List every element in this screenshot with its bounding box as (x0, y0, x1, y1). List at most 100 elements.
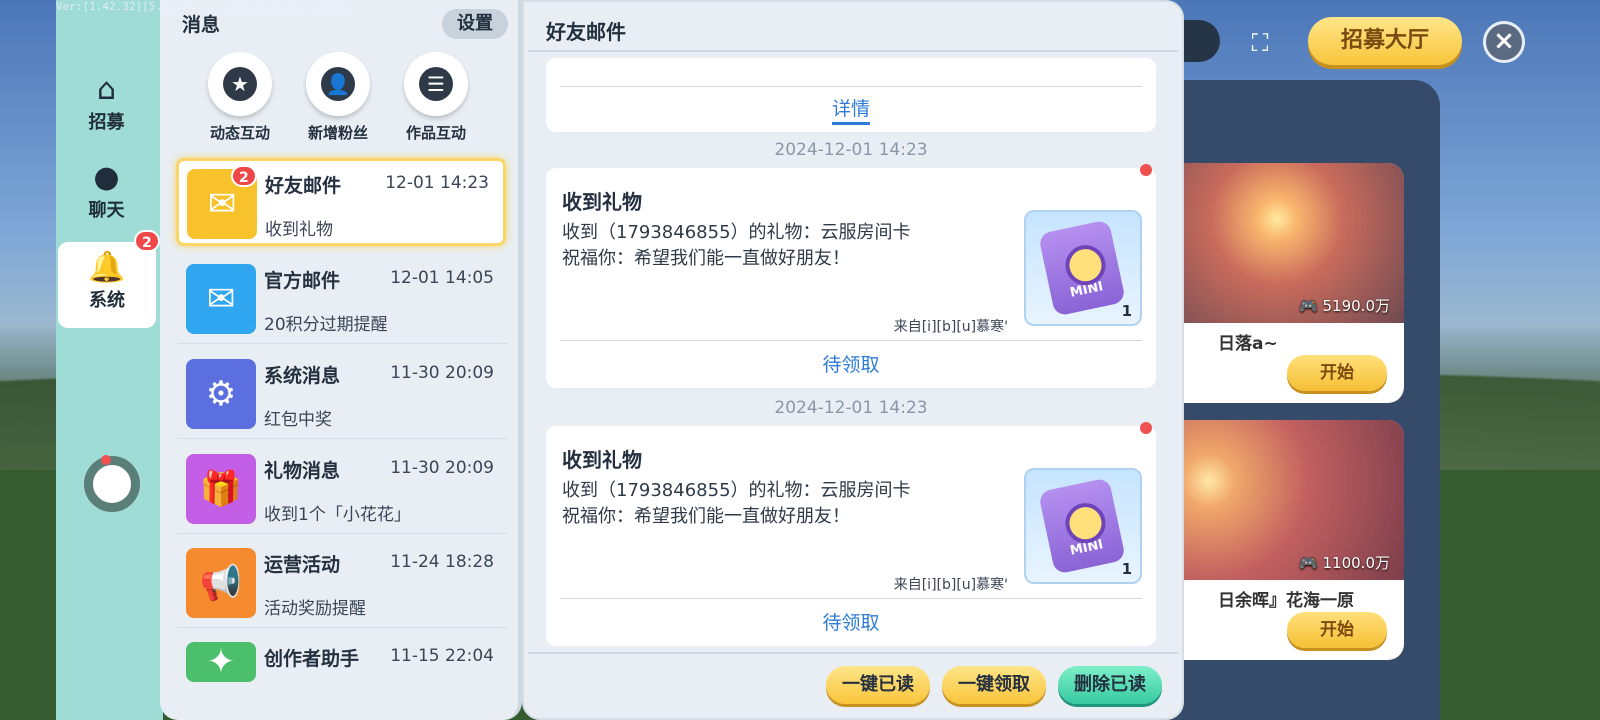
gift-item[interactable]: MINI 1 (1024, 210, 1142, 326)
read-all-button[interactable]: 一键已读 (826, 666, 930, 704)
mail-detail-panel: 好友邮件 详情 2024-12-01 14:23 收到礼物 收到（1793846… (522, 0, 1184, 720)
game-views: 🎮 1100.0万 (1299, 554, 1390, 572)
claim-button[interactable]: 待领取 (546, 350, 1156, 377)
claim-button[interactable]: 待领取 (546, 608, 1156, 635)
version-text: Ver:[1.42.32][5.6.7.1 ... 1.0][0][FPS: 2… (56, 0, 348, 13)
nav-label: 聊天 (88, 200, 125, 221)
item-time: 11-24 18:28 (390, 552, 494, 572)
item-subtitle: 收到礼物 (265, 220, 333, 240)
message-item-official-mail[interactable]: ✉ 官方邮件 12-01 14:05 20积分过期提醒 (178, 256, 508, 344)
quick-new-fans[interactable]: 👤 新增粉丝 (288, 52, 388, 143)
nav-recruit[interactable]: ⌂ 招募 (56, 64, 157, 150)
item-name: 创作者助手 (264, 648, 360, 670)
game-views: 🎮 5190.0万 (1299, 297, 1390, 315)
unread-dot (1140, 422, 1152, 434)
item-time: 11-30 20:09 (390, 363, 494, 383)
star-bubble-icon: ★ (223, 67, 257, 101)
message-item-creator[interactable]: ✦ 创作者助手 11-15 22:04 (178, 634, 508, 720)
nav-label: 招募 (88, 112, 125, 133)
divider (560, 598, 1142, 599)
item-subtitle: 20积分过期提醒 (264, 315, 388, 335)
notification-dot (101, 455, 111, 465)
delete-read-button[interactable]: 删除已读 (1058, 666, 1162, 704)
mail-sender: 来自[i][b][u]慕寒' (893, 319, 1008, 335)
nav-chat[interactable]: ● 聊天 (56, 152, 157, 238)
chat-bubble-icon: ● (93, 160, 120, 195)
gear-icon: ⚙ (186, 359, 256, 429)
start-button[interactable]: 开始 (1287, 612, 1387, 648)
list-icon: ☰ (419, 67, 453, 101)
detail-title: 好友邮件 (546, 20, 626, 44)
divider (560, 340, 1142, 341)
item-name: 礼物消息 (264, 460, 341, 482)
scan-icon[interactable]: ⛶ (1241, 25, 1279, 61)
room-card-icon: MINI (1038, 219, 1126, 317)
item-time: 11-15 22:04 (390, 646, 494, 666)
item-time: 12-01 14:05 (390, 268, 494, 288)
item-time: 11-30 20:09 (390, 458, 494, 478)
mail-card: 收到礼物 收到（1793846855）的礼物：云服房间卡 祝福你：希望我们能一直… (546, 164, 1156, 388)
close-icon[interactable]: × (1483, 21, 1525, 63)
game-card[interactable]: 🎮 5190.0万 日落a~ 开始 (1160, 163, 1404, 403)
gift-item[interactable]: MINI 1 (1024, 468, 1142, 584)
start-button[interactable]: 开始 (1287, 355, 1387, 391)
bell-icon: 🔔 (88, 250, 126, 285)
side-nav: ⌂ 招募 ● 聊天 🔔 系统 2 (56, 0, 163, 720)
item-name: 系统消息 (264, 365, 341, 387)
details-link[interactable]: 详情 (546, 94, 1156, 125)
message-item-gift[interactable]: 🎁 礼物消息 11-30 20:09 收到1个「小花花」 (178, 446, 508, 534)
item-time: 12-01 14:23 (385, 173, 489, 193)
nav-label: 系统 (89, 290, 125, 311)
panel-title: 消息 (182, 14, 221, 36)
mail-timestamp: 2024-12-01 14:23 (774, 140, 928, 160)
gift-icon: 🎁 (186, 454, 256, 524)
game-name: 日余晖』花海一原 (1218, 591, 1354, 611)
game-card[interactable]: 🎮 1100.0万 日余晖』花海一原 开始 (1160, 420, 1404, 660)
recruit-hall-button[interactable]: 招募大厅 (1308, 17, 1462, 65)
mail-card: 收到礼物 收到（1793846855）的礼物：云服房间卡 祝福你：希望我们能一直… (546, 422, 1156, 646)
mail-line: 祝福你：希望我们能一直做好朋友！ (562, 506, 850, 527)
message-item-friend-mail[interactable]: ✉ 2 好友邮件 12-01 14:23 收到礼物 (176, 158, 506, 246)
quick-dynamic-interaction[interactable]: ★ 动态互动 (190, 52, 290, 143)
mail-line: 收到（1793846855）的礼物：云服房间卡 (562, 480, 911, 501)
envelope-icon: ✉ (186, 264, 256, 334)
quick-label: 新增粉丝 (307, 124, 368, 142)
message-panel: 消息 设置 ★ 动态互动 👤 新增粉丝 ☰ 作品互动 ✉ 2 好友邮件 12-0… (160, 0, 522, 720)
quick-label: 动态互动 (209, 124, 270, 142)
mail-line: 祝福你：希望我们能一直做好朋友！ (562, 248, 850, 269)
claim-all-button[interactable]: 一键领取 (942, 666, 1046, 704)
mail-line: 收到（1793846855）的礼物：云服房间卡 (562, 222, 911, 243)
item-subtitle: 活动奖励提醒 (264, 599, 366, 619)
unread-badge: 2 (231, 165, 257, 187)
game-name: 日落a~ (1218, 334, 1278, 354)
divider (528, 652, 1178, 654)
item-subtitle: 收到1个「小花花」 (264, 505, 411, 525)
item-name: 运营活动 (264, 554, 341, 576)
gift-count: 1 (1121, 302, 1132, 320)
message-item-operation[interactable]: 📢 运营活动 11-24 18:28 活动奖励提醒 (178, 540, 508, 628)
creator-icon: ✦ (186, 642, 256, 682)
home-icon: ⌂ (96, 72, 117, 107)
item-name: 官方邮件 (264, 270, 341, 292)
mail-title: 收到礼物 (562, 448, 642, 472)
mail-title: 收到礼物 (562, 190, 642, 214)
new-fan-icon: 👤 (321, 67, 355, 101)
mail-card: 详情 (546, 58, 1156, 132)
nav-system[interactable]: 🔔 系统 (58, 242, 156, 328)
room-card-icon: MINI (1038, 477, 1126, 575)
unread-dot (1140, 164, 1152, 176)
quick-work-interaction[interactable]: ☰ 作品互动 (386, 52, 486, 143)
quick-label: 作品互动 (405, 124, 466, 142)
floating-assist-button[interactable] (84, 456, 140, 512)
gift-count: 1 (1121, 560, 1132, 578)
message-item-system[interactable]: ⚙ 系统消息 11-30 20:09 红包中奖 (178, 351, 508, 439)
divider (560, 86, 1142, 87)
settings-button[interactable]: 设置 (442, 9, 508, 39)
divider (528, 50, 1178, 52)
mail-sender: 来自[i][b][u]慕寒' (893, 577, 1008, 593)
megaphone-icon: 📢 (186, 548, 256, 618)
mail-timestamp: 2024-12-01 14:23 (774, 398, 928, 418)
item-subtitle: 红包中奖 (264, 410, 332, 430)
system-badge: 2 (134, 230, 160, 252)
item-name: 好友邮件 (265, 175, 342, 197)
